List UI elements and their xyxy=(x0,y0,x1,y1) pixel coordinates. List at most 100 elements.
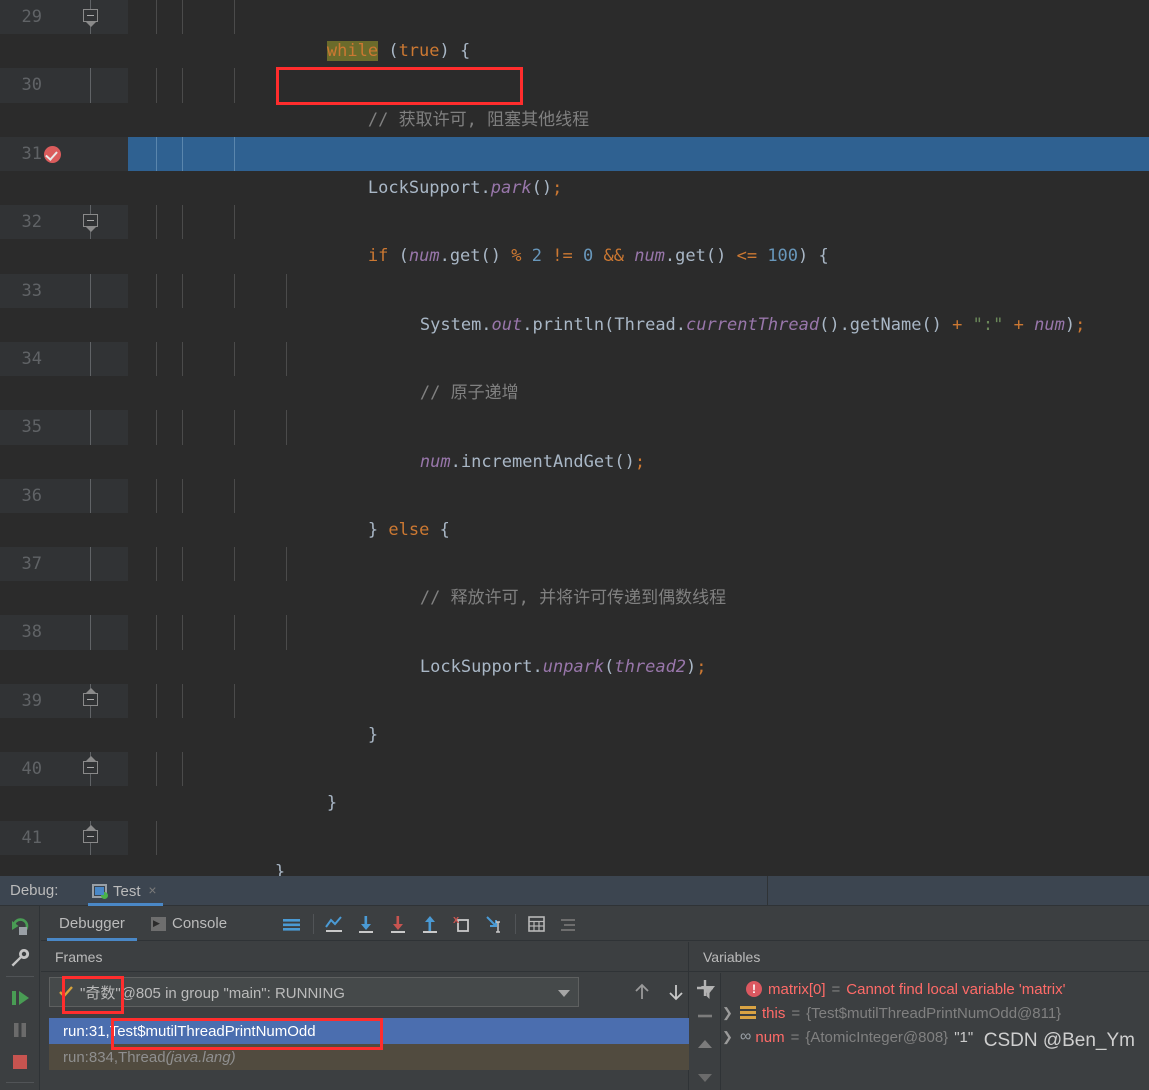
line-number: 41 xyxy=(21,827,42,848)
chevron-down-icon[interactable] xyxy=(558,990,570,997)
fold-marker-down-icon[interactable] xyxy=(80,0,102,35)
mute-breakpoints-button[interactable] xyxy=(281,914,303,934)
settings-button[interactable] xyxy=(8,946,32,970)
fold-stem xyxy=(80,68,102,103)
variables-header-label: Variables xyxy=(703,948,761,965)
code-line-35[interactable]: 35 num.incrementAndGet(); xyxy=(0,410,1149,472)
tab-debugger[interactable]: Debugger xyxy=(47,906,137,941)
breakpoint-icon[interactable] xyxy=(44,137,84,171)
code-line-40[interactable]: 40 } xyxy=(0,752,1149,813)
error-icon: ! xyxy=(746,981,762,997)
fold-stem xyxy=(80,341,102,377)
gutter[interactable]: 41 xyxy=(0,820,128,855)
gutter[interactable]: 34 xyxy=(0,341,128,377)
tab-test[interactable]: Test × xyxy=(88,876,163,906)
fold-stem xyxy=(80,478,102,513)
line-number: 34 xyxy=(21,348,42,369)
run-to-cursor-button[interactable] xyxy=(483,914,505,934)
chevron-right-icon[interactable]: ❯ xyxy=(722,1005,734,1021)
variables-header: Variables xyxy=(689,942,1149,972)
debug-label: Debug: xyxy=(10,882,59,899)
line-number: 38 xyxy=(21,622,42,643)
add-watch-button[interactable] xyxy=(694,977,716,999)
code-line-29[interactable]: 29 while (true) { xyxy=(0,0,1149,62)
variables-pane: Variables ! matrix[0] = Cannot find loca… xyxy=(689,942,1149,1090)
line-number: 37 xyxy=(21,554,42,575)
close-icon[interactable]: × xyxy=(147,883,159,897)
fold-marker-up-icon[interactable] xyxy=(80,683,102,719)
fold-marker-up-icon[interactable] xyxy=(80,752,102,787)
line-number: 40 xyxy=(21,759,42,780)
variable-row-error[interactable]: ! matrix[0] = Cannot find local variable… xyxy=(722,978,1142,1000)
line-number: 32 xyxy=(21,212,42,233)
fold-marker-up-icon[interactable] xyxy=(80,820,102,855)
variable-row-this[interactable]: ❯ this = {Test$mutilThreadPrintNumOdd@81… xyxy=(722,1002,1142,1024)
remove-watch-button[interactable] xyxy=(694,1005,716,1027)
settings-list-button[interactable] xyxy=(558,914,580,934)
svg-text:x: x xyxy=(453,914,460,926)
tab-console[interactable]: Console xyxy=(151,906,227,941)
gutter[interactable]: 39 xyxy=(0,683,128,719)
field-icon: ∞ xyxy=(740,1028,751,1045)
step-into-button[interactable] xyxy=(387,914,409,934)
thread-selector-label: "奇数"@805 in group "main": RUNNING xyxy=(80,984,345,1002)
code-line-37[interactable]: 37 // 释放许可, 并将许可传递到偶数线程 xyxy=(0,547,1149,608)
frame-row[interactable]: run:834, Thread (java.lang) xyxy=(49,1044,689,1070)
line-number: 36 xyxy=(21,485,42,506)
code-line-38[interactable]: 38 LockSupport.unpark(thread2); xyxy=(0,615,1149,677)
rerun-button[interactable] xyxy=(8,914,32,938)
gutter[interactable]: 33 xyxy=(0,273,128,308)
variable-name: num xyxy=(755,1028,785,1046)
gutter[interactable]: 30 xyxy=(0,68,128,103)
frame-row-selected[interactable]: run:31, Test$mutilThreadPrintNumOdd xyxy=(49,1018,689,1044)
gutter[interactable]: 38 xyxy=(0,615,128,650)
scroll-up-button[interactable] xyxy=(694,1035,716,1053)
fold-marker-down-icon[interactable] xyxy=(80,205,102,240)
frame-package: (java.lang) xyxy=(165,1048,236,1066)
scroll-down-button[interactable] xyxy=(694,1069,716,1087)
line-number: 39 xyxy=(21,690,42,711)
line-number: 33 xyxy=(21,280,42,301)
code-line-33[interactable]: 33 System.out.println(Thread.currentThre… xyxy=(0,273,1149,335)
gutter[interactable]: 32 xyxy=(0,205,128,240)
evaluate-expression-button[interactable] xyxy=(526,914,548,934)
step-over-button[interactable] xyxy=(355,914,377,934)
frame-location: run:834, xyxy=(63,1048,119,1066)
code-line-41[interactable]: 41 } xyxy=(0,820,1149,876)
thread-selector[interactable]: "奇数"@805 in group "main": RUNNING xyxy=(49,977,579,1007)
intellij-debug-window: 29 while (true) { 30 // 获取许可, 阻塞其他线程 31 … xyxy=(0,0,1149,1090)
show-execution-point-button[interactable] xyxy=(323,914,345,934)
gutter[interactable]: 31 xyxy=(0,136,128,171)
stop-button[interactable] xyxy=(8,1050,32,1074)
frames-header-label: Frames xyxy=(55,948,103,965)
fold-stem xyxy=(80,547,102,582)
header-divider xyxy=(767,876,768,906)
variable-value: Cannot find local variable 'matrix' xyxy=(846,980,1066,998)
pause-button[interactable] xyxy=(8,1018,32,1042)
variable-name: this xyxy=(762,1004,786,1022)
frame-class: Thread xyxy=(118,1048,166,1066)
code-line-32[interactable]: 32 if (num.get() % 2 != 0 && num.get() <… xyxy=(0,205,1149,266)
step-out-button[interactable] xyxy=(419,914,441,934)
gutter[interactable]: 35 xyxy=(0,410,128,445)
watermark: CSDN @Ben_Ym xyxy=(983,1030,1135,1051)
force-step-into-button[interactable]: x xyxy=(451,914,473,934)
variable-value: {Test$mutilThreadPrintNumOdd@811} xyxy=(806,1004,1062,1022)
variable-value: {AtomicInteger@808} xyxy=(805,1028,949,1046)
chevron-right-icon[interactable]: ❯ xyxy=(722,1029,734,1045)
debugger-tabs: Debugger Console xyxy=(41,906,1149,941)
code-line-text: } xyxy=(274,861,286,876)
gutter[interactable]: 29 xyxy=(0,0,128,35)
code-line-30[interactable]: 30 // 获取许可, 阻塞其他线程 xyxy=(0,68,1149,130)
gutter[interactable]: 37 xyxy=(0,547,128,582)
variable-equals: = xyxy=(791,1004,801,1022)
debug-header: Debug: Test × xyxy=(0,876,1149,906)
variable-equals: = xyxy=(831,980,841,998)
debug-tool-window: Debug: Test × Debugger ▶ Console x Frame… xyxy=(0,876,1149,1090)
code-editor[interactable]: 29 while (true) { 30 // 获取许可, 阻塞其他线程 31 … xyxy=(0,0,1149,876)
frames-down-button[interactable] xyxy=(665,982,687,1002)
frames-up-button[interactable] xyxy=(631,982,653,1002)
resume-button[interactable] xyxy=(8,986,32,1010)
gutter[interactable]: 36 xyxy=(0,478,128,513)
gutter[interactable]: 40 xyxy=(0,752,128,787)
